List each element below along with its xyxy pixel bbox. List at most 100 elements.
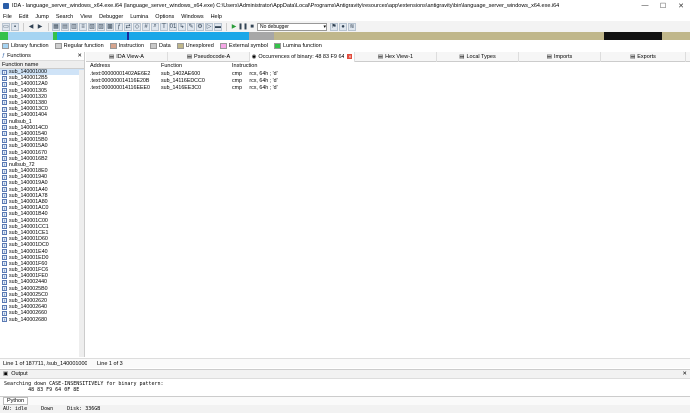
legend-item: Unexplored (176, 42, 214, 49)
search-icon[interactable]: ⌕ (151, 22, 159, 31)
trace-icon[interactable]: ≋ (348, 22, 356, 31)
funcs-icon[interactable]: ƒ (115, 22, 123, 31)
result-row[interactable]: .text:00000001402AE6E2 sub_1402AE600 cmp… (86, 70, 690, 77)
menu-jump[interactable]: Jump (35, 14, 48, 20)
chevron-down-icon: ▾ (323, 23, 326, 30)
tab-local-types[interactable]: ▤ Local Types (437, 51, 519, 62)
address-column-header[interactable]: Address (90, 63, 161, 69)
tab-hex-view-1[interactable]: ▤ Hex View-1 (355, 51, 437, 62)
result-row[interactable]: .text:000000014116E20B sub_14116EDCC0 cm… (86, 77, 690, 84)
menu-windows[interactable]: Windows (181, 14, 203, 20)
menu-file[interactable]: File (3, 14, 12, 20)
function-name: sub_140001E40 (9, 248, 48, 255)
function-name: sub_140001404 (9, 112, 47, 119)
legend-item: External symbol (219, 42, 268, 49)
legend-label: Library function (11, 42, 49, 49)
close-tab-icon[interactable]: ✕ (347, 54, 353, 59)
menu-edit[interactable]: Edit (19, 14, 28, 20)
graph-icon[interactable]: ◇ (133, 22, 141, 31)
function-name: sub_140002620 (9, 298, 47, 305)
output-line: 48 83 F9 64 0F 8E (4, 387, 80, 393)
functions-pane-header: ƒ Functions ✕ (0, 52, 84, 61)
instruction-column-header[interactable]: Instruction (232, 63, 312, 69)
color-legend: Library function Regular function Instru… (0, 41, 690, 50)
maximize-button[interactable]: ☐ (654, 2, 672, 10)
flow-icon[interactable]: ↳ (178, 22, 186, 31)
ida-logo-icon (3, 3, 9, 9)
text-search-icon[interactable]: T (160, 22, 168, 31)
function-icon: f (2, 279, 7, 285)
search-results-icon: ◉ (251, 53, 257, 60)
terminal-icon[interactable]: ▬ (214, 22, 222, 31)
function-icon: f (2, 317, 7, 322)
debug-settings-icon[interactable]: ⚑ (330, 22, 338, 31)
minimize-button[interactable]: — (636, 2, 654, 10)
output-pane: ▣ Output ✕ Searching down CASE-INSENSITI… (0, 369, 690, 415)
structs-icon[interactable]: ▧ (88, 22, 96, 31)
tab-exports[interactable]: ▤ Exports (601, 51, 686, 62)
exports-icon: ▤ (630, 53, 636, 60)
status-bar: AU: idle Down Disk: 336GB (0, 405, 690, 413)
function-list-item[interactable]: f sub_140002680 (0, 317, 84, 323)
functions-scrollbar[interactable] (79, 70, 84, 357)
function-icon: f (2, 236, 7, 242)
patch-icon[interactable]: ✎ (187, 22, 195, 31)
menu-lumina[interactable]: Lumina (130, 14, 148, 20)
hex-icon[interactable]: # (142, 22, 150, 31)
legend-label: Unexplored (185, 42, 214, 49)
function-name: sub_140001CC1 (9, 223, 49, 230)
back-icon[interactable]: ◀ (27, 23, 35, 31)
pause-icon[interactable]: ❚❚ (238, 23, 248, 31)
plugins-icon[interactable]: ⚙ (196, 22, 204, 31)
binary-search-icon[interactable]: 01 (169, 22, 177, 31)
menu-view[interactable]: View (80, 14, 92, 20)
python-cli-button[interactable]: Python (3, 397, 29, 405)
function-icon: f (2, 75, 7, 81)
segments-icon[interactable]: ▦ (52, 22, 60, 31)
save-icon[interactable]: ▪ (11, 22, 19, 31)
open-icon[interactable]: ▭ (2, 22, 10, 31)
output-icon: ▣ (3, 371, 9, 377)
navband-segment (8, 32, 53, 40)
function-icon: f (2, 286, 7, 292)
tab-ida-view-a[interactable]: ▤ IDA View-A (86, 51, 168, 62)
menu-options[interactable]: Options (155, 14, 174, 20)
function-icon: f (2, 174, 7, 180)
stop-icon[interactable]: ■ (248, 23, 256, 31)
function-column-header[interactable]: Function (161, 63, 232, 69)
tab-occurrences[interactable]: ◉Occurrences of binary: 48 83 F9 64 0F 8… (250, 51, 355, 62)
output-text[interactable]: Searching down CASE-INSENSITIVELY for bi… (0, 379, 690, 396)
enums-icon[interactable]: ▨ (97, 22, 105, 31)
navband-segment (129, 32, 249, 40)
function-name: sub_140002660 (9, 310, 47, 317)
data-icon[interactable]: ▥ (70, 22, 78, 31)
function-name-column-header[interactable]: Function name (0, 61, 84, 69)
navigation-band[interactable] (0, 32, 690, 40)
tab-pseudocode-a[interactable]: ▤ Pseudocode-A (168, 51, 250, 62)
function-icon: f (2, 69, 7, 75)
xrefs-icon[interactable]: ⇄ (124, 22, 132, 31)
code-icon[interactable]: ▤ (61, 22, 69, 31)
strings-icon[interactable]: ≡ (79, 22, 87, 31)
functions-pane-icon: ƒ (2, 53, 6, 59)
menu-help[interactable]: Help (211, 14, 222, 20)
menu-search[interactable]: Search (56, 14, 73, 20)
result-row[interactable]: .text:000000014116EEE0 sub_1416EE3C0 cmp… (86, 84, 690, 91)
legend-item: Instruction (109, 42, 144, 49)
close-output-pane-button[interactable]: ✕ (682, 371, 687, 377)
debugger-select[interactable]: No debugger ▾ (257, 22, 327, 31)
tab-label: Exports (637, 53, 656, 60)
forward-icon[interactable]: ▶ (36, 23, 44, 31)
run-icon[interactable]: ▶ (230, 23, 238, 31)
function-icon: f (2, 125, 7, 131)
menu-debugger[interactable]: Debugger (99, 14, 123, 20)
ida-view-icon: ▤ (109, 53, 115, 60)
close-functions-pane-button[interactable]: ✕ (77, 53, 82, 59)
title-bar: IDA - language_server_windows_x64.exe.i6… (0, 0, 690, 12)
breakpoints-icon[interactable]: ● (339, 22, 347, 31)
functions-list[interactable]: f sub_140001000 f sub_1400012B5 f sub_1400012… (0, 69, 84, 355)
script-icon[interactable]: ▷ (205, 22, 213, 31)
close-button[interactable]: ✕ (672, 2, 690, 10)
tab-imports[interactable]: ▤ Imports (519, 51, 601, 62)
names-icon[interactable]: ▩ (106, 22, 114, 31)
